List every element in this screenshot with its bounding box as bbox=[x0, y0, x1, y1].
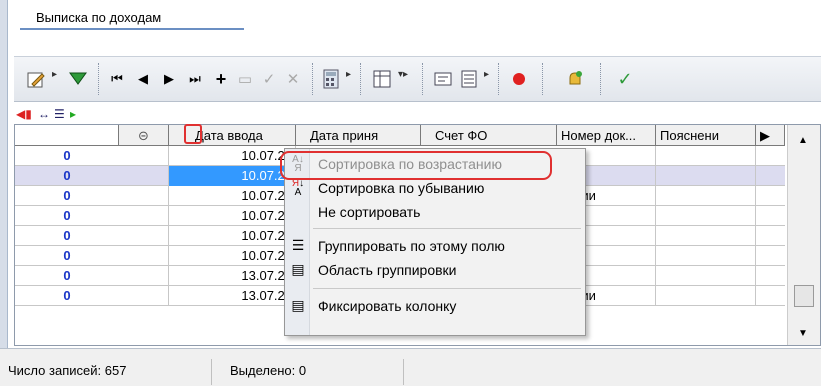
sort-button-highlight[interactable] bbox=[184, 124, 202, 144]
link-cell bbox=[119, 146, 169, 166]
note-cell bbox=[656, 266, 756, 286]
header-scroll-arrows[interactable]: ▶ bbox=[756, 125, 785, 146]
calculator-icon[interactable] bbox=[320, 65, 342, 93]
sort-desc-icon: Я↓ A bbox=[291, 178, 305, 198]
date-cell: 10.07.20 bbox=[169, 186, 296, 206]
edit-dropdown-arrow-icon[interactable]: ▸ bbox=[52, 69, 57, 80]
toolbar-separator bbox=[542, 63, 543, 95]
toolbar-separator bbox=[312, 63, 313, 95]
link-cell bbox=[119, 226, 169, 246]
confirm-icon[interactable]: ✓ bbox=[258, 65, 280, 93]
row-marker: 0 bbox=[63, 188, 71, 203]
row-marker: 0 bbox=[63, 248, 71, 263]
sort-asc-highlight-oval bbox=[280, 151, 552, 180]
header-row-indicator bbox=[15, 125, 119, 146]
toolbar-separator bbox=[360, 63, 361, 95]
prev-icon[interactable]: ◀ bbox=[132, 65, 154, 93]
header-doc-number[interactable]: Номер док... bbox=[557, 125, 656, 146]
columns-dropdown-arrow-icon[interactable]: ▾▸ bbox=[398, 69, 408, 80]
date-cell: 10.07.20 bbox=[169, 166, 296, 186]
date-cell: 10.07.20 bbox=[169, 226, 296, 246]
menu-item-group-by[interactable]: ☰ Группировать по этому полю bbox=[285, 234, 585, 258]
link-cell bbox=[119, 186, 169, 206]
window-left-border bbox=[0, 0, 8, 386]
row-marker: 0 bbox=[63, 228, 71, 243]
menu-separator bbox=[313, 228, 581, 229]
edit-icon[interactable] bbox=[24, 65, 48, 93]
menu-separator bbox=[313, 288, 581, 289]
tab-title-label: Выписка по доходам bbox=[36, 10, 162, 25]
record-icon[interactable] bbox=[508, 65, 530, 93]
date-cell: 10.07.20 bbox=[169, 146, 296, 166]
row-marker: 0 bbox=[63, 168, 71, 183]
group-by-icon: ☰ bbox=[291, 237, 305, 253]
scroll-thumb[interactable] bbox=[794, 285, 814, 307]
header-date-accept[interactable]: Дата приня bbox=[296, 125, 421, 146]
menu-item-group-area[interactable]: ▤ Область группировки bbox=[285, 258, 585, 282]
list-icon[interactable]: ☰ bbox=[54, 107, 65, 121]
note-cell bbox=[656, 186, 756, 206]
calculator-dropdown-arrow-icon[interactable]: ▸ bbox=[346, 69, 351, 80]
date-cell: 10.07.20 bbox=[169, 206, 296, 226]
add-icon[interactable]: + bbox=[210, 65, 232, 93]
row-marker: 0 bbox=[63, 148, 71, 163]
note-cell bbox=[656, 286, 756, 306]
link-cell bbox=[119, 266, 169, 286]
row-marker: 0 bbox=[63, 208, 71, 223]
freeze-column-icon: ▤ bbox=[291, 297, 305, 313]
tree-icon[interactable]: ▸ bbox=[70, 107, 76, 121]
toolbar-separator bbox=[422, 63, 423, 95]
date-cell: 13.07.20 bbox=[169, 286, 296, 306]
grid-toolbar: ◀▮ ↔ ☰ ▸ bbox=[14, 104, 821, 126]
date-cell: 10.07.20 bbox=[169, 246, 296, 266]
cancel-icon[interactable]: ✕ bbox=[282, 65, 304, 93]
expand-icon[interactable]: ↔ bbox=[38, 107, 50, 121]
note-cell bbox=[656, 146, 756, 166]
link-cell bbox=[119, 246, 169, 266]
toolbar-separator bbox=[498, 63, 499, 95]
report-icon[interactable] bbox=[432, 65, 454, 93]
bell-icon[interactable] bbox=[562, 65, 588, 93]
header-note[interactable]: Пояснени bbox=[656, 125, 756, 146]
link-icon: ⊝ bbox=[138, 128, 149, 143]
link-cell bbox=[119, 286, 169, 306]
doc-dropdown-arrow-icon[interactable]: ▸ bbox=[484, 69, 489, 80]
group-area-icon: ▤ bbox=[291, 261, 305, 277]
scroll-up-icon[interactable]: ▲ bbox=[798, 135, 808, 146]
header-link[interactable]: ⊝ bbox=[119, 125, 169, 146]
vertical-scrollbar[interactable]: ▲ ▼ bbox=[787, 125, 820, 345]
toolbar-separator bbox=[98, 63, 99, 95]
menu-item-freeze-col[interactable]: ▤ Фиксировать колонку bbox=[285, 294, 585, 318]
toolbar-separator bbox=[600, 63, 601, 95]
status-bar: Число записей: 657 Выделено: 0 bbox=[0, 348, 821, 386]
columns-icon[interactable] bbox=[370, 65, 394, 93]
last-icon[interactable]: ⏭ bbox=[184, 65, 206, 93]
delete-icon[interactable]: ▭ bbox=[234, 65, 256, 93]
records-count: Число записей: 657 bbox=[2, 359, 212, 385]
note-cell bbox=[656, 246, 756, 266]
check-icon[interactable]: ✓ bbox=[612, 65, 638, 93]
note-cell bbox=[656, 166, 756, 186]
note-cell bbox=[656, 226, 756, 246]
scroll-down-icon[interactable]: ▼ bbox=[798, 328, 808, 339]
header-account[interactable]: Счет ФО bbox=[421, 125, 557, 146]
note-cell bbox=[656, 206, 756, 226]
row-marker: 0 bbox=[63, 268, 71, 283]
doc-icon[interactable] bbox=[458, 65, 480, 93]
link-cell bbox=[119, 206, 169, 226]
first-icon[interactable]: ⏮ bbox=[106, 65, 128, 93]
next-icon[interactable]: ▶ bbox=[158, 65, 180, 93]
toolbar: ▸ ⏮ ◀ ▶ ⏭ + ▭ ✓ ✕ ▸ ▾▸ ▸ ✓ bbox=[14, 56, 821, 102]
row-marker: 0 bbox=[63, 288, 71, 303]
menu-item-no-sort[interactable]: Не сортировать bbox=[285, 200, 585, 224]
tab-title[interactable]: Выписка по доходам bbox=[20, 0, 244, 30]
date-cell: 13.07.20 bbox=[169, 266, 296, 286]
export-icon[interactable]: ◀▮ bbox=[16, 107, 32, 121]
link-cell bbox=[119, 166, 169, 186]
filter-icon[interactable] bbox=[66, 65, 90, 93]
selected-count: Выделено: 0 bbox=[224, 359, 404, 385]
